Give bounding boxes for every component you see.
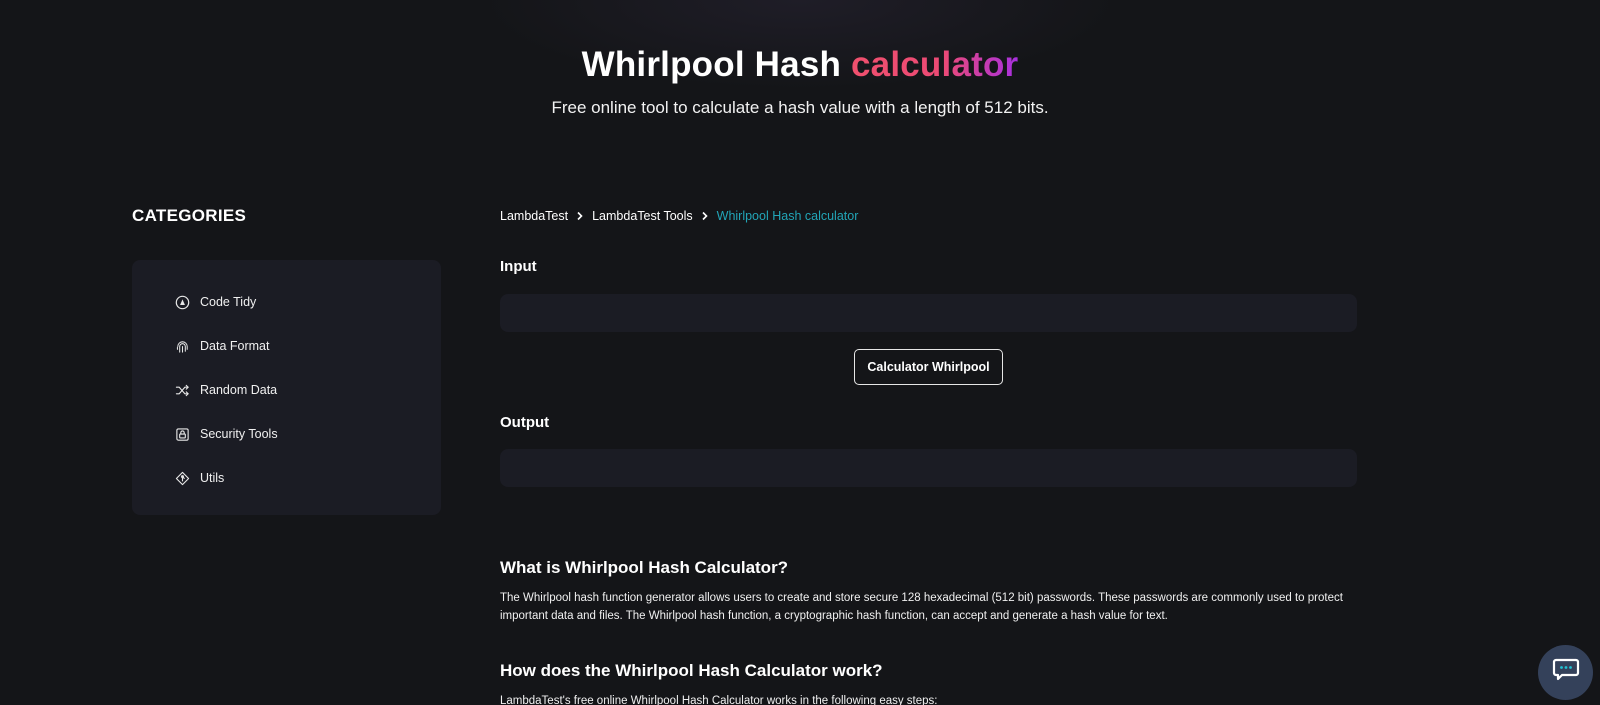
sidebar-item-random-data[interactable]: Random Data [132, 368, 441, 412]
breadcrumb-lambdatest[interactable]: LambdaTest [500, 209, 568, 223]
title-main: Whirlpool Hash [581, 45, 842, 84]
input-field[interactable] [500, 294, 1357, 332]
fingerprint-icon [175, 339, 190, 354]
categories-heading: CATEGORIES [132, 206, 247, 225]
code-tidy-icon [175, 295, 190, 310]
section-how-text: LambdaTest's free online Whirlpool Hash … [500, 695, 938, 705]
chevron-right-icon [576, 211, 584, 221]
output-field[interactable] [500, 449, 1357, 487]
section-what-is-text: The Whirlpool hash function generator al… [500, 592, 1343, 622]
input-label: Input [500, 258, 537, 275]
chevron-right-icon [701, 211, 709, 221]
sidebar-item-code-tidy[interactable]: Code Tidy [132, 280, 441, 324]
calculate-whirlpool-button[interactable]: Calculator Whirlpool [854, 349, 1003, 385]
title-accent: calculator [851, 45, 1019, 84]
sidebar-item-utils[interactable]: Utils [132, 456, 441, 500]
shuffle-icon [175, 383, 190, 398]
git-diamond-icon [175, 471, 190, 486]
page-subtitle: Free online tool to calculate a hash val… [551, 98, 1049, 117]
chat-button[interactable] [1538, 645, 1593, 700]
breadcrumb-lambdatest-tools[interactable]: LambdaTest Tools [592, 209, 693, 223]
section-how-title: How does the Whirlpool Hash Calculator w… [500, 661, 883, 680]
sidebar-item-label: Data Format [200, 339, 270, 353]
sidebar-item-label: Code Tidy [200, 295, 257, 309]
sidebar-item-label: Security Tools [200, 427, 278, 441]
lock-icon [175, 427, 190, 442]
output-label: Output [500, 414, 550, 431]
sidebar-item-data-format[interactable]: Data Format [132, 324, 441, 368]
sidebar-item-label: Utils [200, 471, 225, 485]
page-title: Whirlpool Hash calculator [0, 44, 1600, 86]
hero: Whirlpool Hash calculator Free online to… [0, 44, 1600, 118]
chat-icon [1552, 657, 1580, 688]
categories-sidebar: CATEGORIES Code Tidy Data Format Random … [132, 206, 441, 515]
sidebar-item-label: Random Data [200, 383, 278, 397]
categories-panel: Code Tidy Data Format Random Data Securi… [132, 260, 441, 515]
breadcrumb-current: Whirlpool Hash calculator [716, 209, 859, 223]
section-what-is-title: What is Whirlpool Hash Calculator? [500, 558, 789, 577]
sidebar-item-security-tools[interactable]: Security Tools [132, 412, 441, 456]
breadcrumb: LambdaTest LambdaTest Tools Whirlpool Ha… [500, 209, 858, 223]
